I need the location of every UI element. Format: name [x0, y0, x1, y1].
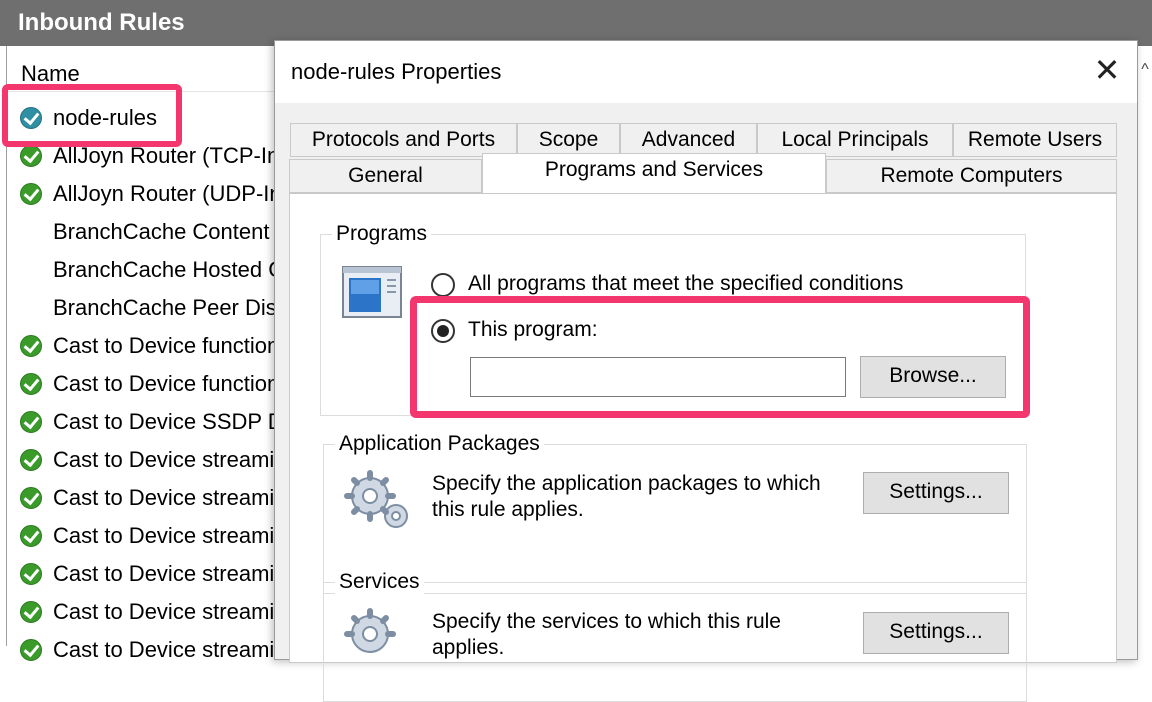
- dialog-title: node-rules Properties: [291, 59, 502, 84]
- rule-label: AllJoyn Router (UDP-In): [53, 181, 276, 206]
- rule-item[interactable]: BranchCache Peer Discovery: [18, 289, 276, 327]
- radio-all-programs-label: All programs that meet the specified con…: [468, 272, 904, 295]
- enabled-check-icon: [20, 335, 42, 357]
- rule-item[interactable]: AllJoyn Router (UDP-In): [18, 175, 276, 213]
- rule-label: Cast to Device streaming server: [53, 637, 276, 662]
- rule-label: BranchCache Peer Discovery: [53, 295, 276, 320]
- tab-remote-computers[interactable]: Remote Computers: [826, 159, 1117, 193]
- rule-item[interactable]: Cast to Device streaming server: [18, 593, 276, 631]
- tab-remote-users[interactable]: Remote Users: [953, 123, 1117, 157]
- enabled-check-icon: [20, 639, 42, 661]
- rule-item[interactable]: Cast to Device streaming server: [18, 631, 276, 669]
- programs-and-services-panel: Programs All programs that meet the spec…: [289, 193, 1117, 702]
- tab-scope[interactable]: Scope: [517, 123, 620, 157]
- program-window-icon: [342, 266, 402, 318]
- enabled-check-icon: [20, 601, 42, 623]
- tab-protocols-and-ports[interactable]: Protocols and Ports: [290, 123, 517, 157]
- gears-icon: [344, 608, 396, 653]
- gears-icon: [344, 470, 408, 528]
- rule-item[interactable]: BranchCache Hosted Cache Server: [18, 251, 276, 289]
- rule-label: Cast to Device functionality: [53, 333, 276, 358]
- scroll-up-icon[interactable]: ^: [1138, 60, 1152, 80]
- tab-programs-and-services[interactable]: Programs and Services: [482, 153, 826, 193]
- enabled-check-icon: [20, 563, 42, 585]
- rule-label: BranchCache Hosted Cache Server: [53, 257, 276, 282]
- rule-label: Cast to Device streaming server: [53, 447, 276, 472]
- highlight-this-program: [410, 296, 1030, 418]
- rule-label: Cast to Device SSDP Discovery: [53, 409, 276, 434]
- app-packages-settings-button[interactable]: Settings...: [863, 472, 1009, 514]
- tab-general[interactable]: General: [289, 159, 482, 193]
- rule-item[interactable]: Cast to Device SSDP Discovery: [18, 403, 276, 441]
- programs-group-label: Programs: [332, 222, 432, 246]
- services-description: Specify the services to which this rule …: [432, 610, 781, 659]
- enabled-check-icon: [20, 449, 42, 471]
- rule-item[interactable]: Cast to Device streaming server: [18, 441, 276, 479]
- enabled-check-icon: [20, 487, 42, 509]
- rule-item[interactable]: Cast to Device streaming server: [18, 517, 276, 555]
- rule-label: Cast to Device functionality: [53, 371, 276, 396]
- enabled-check-icon: [20, 411, 42, 433]
- enabled-check-icon: [20, 145, 42, 167]
- close-icon[interactable]: ✕: [1087, 51, 1127, 91]
- radio-all-programs[interactable]: [431, 273, 455, 297]
- app-packages-group-label: Application Packages: [335, 432, 544, 456]
- services-settings-button[interactable]: Settings...: [863, 612, 1009, 654]
- rule-label: BranchCache Content Retrieval: [53, 219, 276, 244]
- rule-label: Cast to Device streaming server: [53, 485, 276, 510]
- app-packages-description: Specify the application packages to whic…: [432, 472, 821, 521]
- services-group-label: Services: [335, 570, 424, 594]
- enabled-check-icon: [20, 525, 42, 547]
- enabled-check-icon: [20, 373, 42, 395]
- rule-label: Cast to Device streaming server: [53, 599, 276, 624]
- enabled-check-icon: [20, 183, 42, 205]
- rule-item[interactable]: BranchCache Content Retrieval: [18, 213, 276, 251]
- highlight-node-rules: [2, 84, 182, 147]
- rule-item[interactable]: Cast to Device functionality: [18, 327, 276, 365]
- rule-item[interactable]: Cast to Device streaming server: [18, 555, 276, 593]
- dialog-titlebar: node-rules Properties ✕: [275, 41, 1137, 103]
- rule-item[interactable]: Cast to Device streaming server: [18, 479, 276, 517]
- rule-item[interactable]: Cast to Device functionality: [18, 365, 276, 403]
- rule-label: Cast to Device streaming server: [53, 523, 276, 548]
- tab-local-principals[interactable]: Local Principals: [757, 123, 953, 157]
- rule-label: Cast to Device streaming server: [53, 561, 276, 586]
- rules-list: node-rules AllJoyn Router (TCP-In) AllJo…: [18, 99, 276, 669]
- tab-advanced[interactable]: Advanced: [620, 123, 757, 157]
